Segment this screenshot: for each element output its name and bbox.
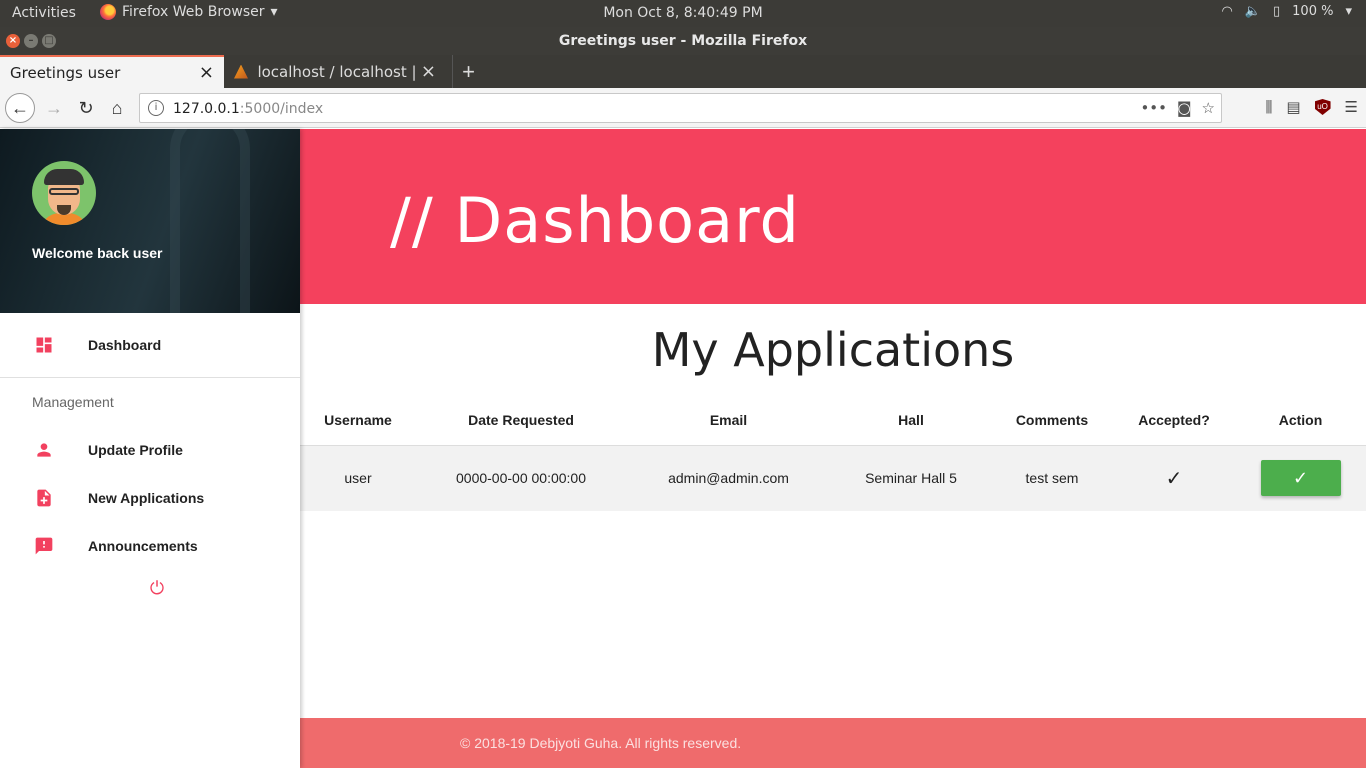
- app-menu-label: Firefox Web Browser: [122, 4, 265, 20]
- copyright-text: © 2018-19 Debjyoti Guha. All rights rese…: [460, 735, 742, 751]
- column-header: Date Requested: [416, 395, 626, 446]
- page-footer: © 2018-19 Debjyoti Guha. All rights rese…: [300, 718, 1366, 768]
- column-header: Username: [300, 395, 416, 446]
- main-content: // Dashboard My Applications Username Da…: [300, 129, 1366, 768]
- sidebar-item-label: Update Profile: [88, 442, 183, 458]
- sidebar-item-update-profile[interactable]: Update Profile: [0, 426, 300, 474]
- address-bar[interactable]: i 127.0.0.1:5000/index ••• ◙ ☆: [139, 93, 1222, 123]
- chevron-down-icon: ▾: [1345, 4, 1352, 19]
- clock[interactable]: Mon Oct 8, 8:40:49 PM: [603, 5, 762, 21]
- wifi-icon: ◠: [1221, 4, 1233, 19]
- accept-action-button[interactable]: ✓: [1260, 460, 1341, 497]
- system-top-bar: Activities Firefox Web Browser ▾ Mon Oct…: [0, 0, 1366, 27]
- back-button[interactable]: ←: [5, 93, 35, 123]
- window-title: Greetings user - Mozilla Firefox: [558, 33, 808, 49]
- status-area[interactable]: ◠ 🔈 ▯ 100 % ▾: [1221, 4, 1352, 19]
- cell-action: ✓: [1235, 445, 1366, 511]
- table-header-row: Username Date Requested Email Hall Comme…: [300, 395, 1366, 446]
- check-icon: ✓: [1165, 467, 1183, 490]
- site-info-icon[interactable]: i: [148, 100, 164, 116]
- sidebar-header: Welcome back user: [0, 129, 300, 313]
- sidebar-section-management: Management: [32, 394, 114, 410]
- pocket-icon[interactable]: ◙: [1177, 99, 1192, 117]
- battery-icon: ▯: [1273, 4, 1281, 19]
- bookmark-star-icon[interactable]: ☆: [1202, 99, 1215, 117]
- column-header: Email: [626, 395, 831, 446]
- table-row: user 0000-00-00 00:00:00 admin@admin.com…: [300, 445, 1366, 511]
- close-icon[interactable]: ×: [421, 61, 436, 82]
- cell-date: 0000-00-00 00:00:00: [416, 445, 626, 511]
- cell-accepted: ✓: [1113, 445, 1235, 511]
- cell-username: user: [300, 445, 416, 511]
- column-header: Comments: [991, 395, 1113, 446]
- url-text[interactable]: 127.0.0.1:5000/index: [173, 101, 323, 117]
- note-add-icon: [37, 489, 51, 507]
- avatar: [32, 161, 96, 225]
- library-icon[interactable]: ⫼: [1265, 99, 1272, 116]
- power-icon[interactable]: ⏻: [147, 578, 167, 598]
- sidebar-toggle-icon[interactable]: ▤: [1286, 98, 1300, 116]
- page-banner: // Dashboard: [300, 129, 1366, 304]
- home-button[interactable]: ⌂: [103, 94, 131, 122]
- tab-strip: Greetings user × localhost / localhost |…: [0, 55, 1366, 88]
- app-menu[interactable]: Firefox Web Browser ▾: [100, 4, 278, 20]
- volume-icon: 🔈: [1244, 4, 1261, 19]
- forward-button[interactable]: →: [40, 94, 68, 122]
- dashboard-icon: [36, 337, 52, 353]
- tab-phpmyadmin[interactable]: localhost / localhost | phpMyAdmin ×: [224, 55, 446, 88]
- page-actions-icon[interactable]: •••: [1140, 99, 1167, 117]
- hamburger-menu-icon[interactable]: ☰: [1345, 98, 1358, 116]
- sidebar: Welcome back user Dashboard Management U…: [0, 129, 300, 768]
- cell-email: admin@admin.com: [626, 445, 831, 511]
- page-title: // Dashboard: [390, 184, 800, 257]
- sidebar-item-announcements[interactable]: Announcements: [0, 522, 300, 570]
- battery-label: 100 %: [1292, 4, 1334, 19]
- column-header: Action: [1235, 395, 1366, 446]
- sidebar-item-new-applications[interactable]: New Applications: [0, 474, 300, 522]
- section-title: My Applications: [651, 323, 1015, 377]
- applications-table: Username Date Requested Email Hall Comme…: [300, 395, 1366, 511]
- feedback-icon: [35, 537, 53, 555]
- chevron-down-icon: ▾: [270, 4, 278, 20]
- sidebar-item-dashboard[interactable]: Dashboard: [0, 321, 300, 369]
- tab-label: Greetings user: [10, 63, 121, 82]
- web-page: Welcome back user Dashboard Management U…: [0, 129, 1366, 768]
- window-title-bar: × – □ Greetings user - Mozilla Firefox: [0, 27, 1366, 55]
- activities-button[interactable]: Activities: [12, 5, 76, 21]
- tab-label: localhost / localhost | phpMyAdmin: [257, 62, 417, 81]
- navigation-toolbar: ← → ↻ ⌂ i 127.0.0.1:5000/index ••• ◙ ☆ ⫼…: [0, 88, 1366, 128]
- column-header: Hall: [831, 395, 991, 446]
- cell-comments: test sem: [991, 445, 1113, 511]
- phpmyadmin-icon: [234, 64, 248, 79]
- cell-hall: Seminar Hall 5: [831, 445, 991, 511]
- welcome-text: Welcome back user: [32, 245, 163, 261]
- close-icon[interactable]: ×: [199, 62, 214, 83]
- sidebar-item-label: New Applications: [88, 490, 205, 506]
- tab-greetings[interactable]: Greetings user ×: [0, 55, 224, 88]
- person-icon: [37, 443, 51, 457]
- sidebar-divider: [0, 377, 300, 378]
- firefox-icon: [100, 4, 116, 20]
- new-tab-button[interactable]: +: [452, 55, 484, 88]
- sidebar-item-label: Dashboard: [88, 337, 162, 353]
- ublock-origin-icon[interactable]: uO: [1314, 99, 1331, 115]
- sidebar-item-label: Announcements: [88, 538, 198, 554]
- column-header: Accepted?: [1113, 395, 1235, 446]
- reload-button[interactable]: ↻: [72, 94, 100, 122]
